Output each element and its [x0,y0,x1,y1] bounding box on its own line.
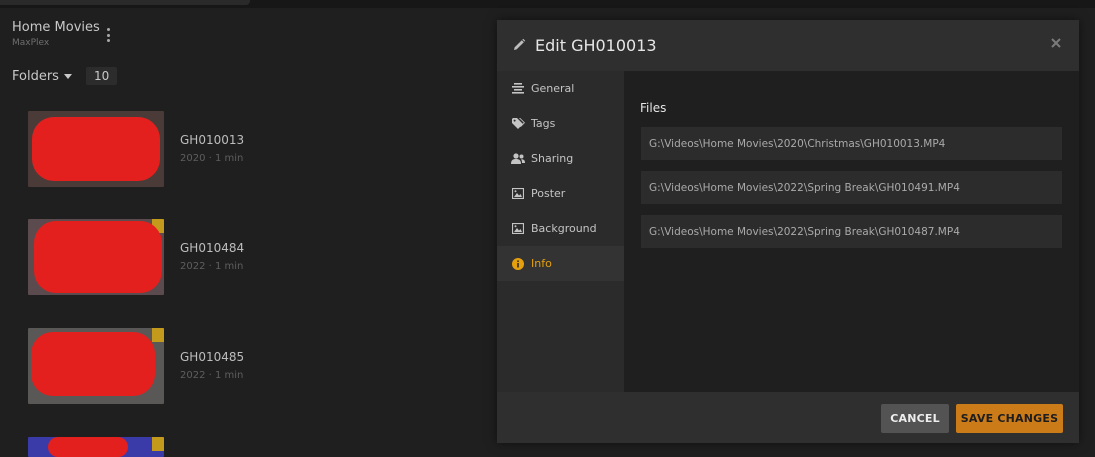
top-bar [0,0,1095,8]
caret-down-icon[interactable] [63,74,72,79]
video-thumbnail[interactable] [28,328,164,404]
library-title[interactable]: Home Movies [12,20,100,35]
library-header: Home Movies MaxPlex [12,20,100,48]
tab-label: Tags [531,117,556,130]
cancel-button[interactable]: CANCEL [881,404,949,433]
dialog-content: Files G:\Videos\Home Movies\2020\Christm… [624,71,1079,392]
list-item[interactable] [28,437,448,457]
list-item[interactable]: GH010013 2020 · 1 min [28,111,448,187]
redaction-mark [34,221,162,293]
item-title[interactable]: GH010484 [180,241,244,255]
folders-row: Folders 10 [12,67,118,85]
close-icon[interactable] [1049,36,1063,50]
list-item[interactable]: GH010485 2022 · 1 min [28,328,448,404]
tab-label: Background [531,222,597,235]
list-icon [511,82,525,96]
file-path-row[interactable]: G:\Videos\Home Movies\2022\Spring Break\… [641,171,1062,204]
item-meta: 2020 · 1 min [180,153,244,164]
save-changes-button[interactable]: SAVE CHANGES [956,404,1063,433]
list-item[interactable]: GH010484 2022 · 1 min [28,219,448,295]
file-path-row[interactable]: G:\Videos\Home Movies\2022\Spring Break\… [641,215,1062,248]
tab-label: General [531,82,575,95]
item-title[interactable]: GH010485 [180,350,244,364]
video-thumbnail[interactable] [28,437,164,457]
tab-info[interactable]: Info [497,246,624,281]
video-thumbnail[interactable] [28,111,164,187]
edit-dialog: Edit GH010013 General Tags Sharing Poste… [497,20,1079,443]
info-icon [511,257,525,271]
file-path: G:\Videos\Home Movies\2022\Spring Break\… [649,181,960,194]
thumbnail-corner [152,328,164,342]
tab-general[interactable]: General [497,71,624,106]
tab-stub [0,0,250,5]
file-path: G:\Videos\Home Movies\2022\Spring Break\… [649,225,960,238]
server-name: MaxPlex [12,38,50,48]
files-heading: Files [640,101,667,115]
dialog-footer: CANCEL SAVE CHANGES [497,392,1079,443]
tab-sharing[interactable]: Sharing [497,141,624,176]
tag-icon [511,117,525,131]
file-path-row[interactable]: G:\Videos\Home Movies\2020\Christmas\GH0… [641,127,1062,160]
tab-label: Info [531,257,552,270]
redaction-mark [48,437,128,457]
more-options-icon[interactable] [100,26,116,44]
thumbnail-corner [152,437,164,451]
dialog-header: Edit GH010013 [497,20,1079,71]
image-icon [511,222,525,236]
dialog-sidebar: General Tags Sharing Poster Background I… [497,71,624,392]
item-title[interactable]: GH010013 [180,133,244,147]
tab-background[interactable]: Background [497,211,624,246]
tab-label: Sharing [531,152,574,165]
item-meta: 2022 · 1 min [180,370,244,381]
users-icon [511,152,525,166]
folder-count-badge: 10 [85,67,118,85]
video-thumbnail[interactable] [28,219,164,295]
image-icon [511,187,525,201]
tab-label: Poster [531,187,566,200]
tab-tags[interactable]: Tags [497,106,624,141]
dialog-title: Edit GH010013 [535,36,657,55]
item-meta: 2022 · 1 min [180,261,244,272]
pencil-icon [514,38,526,50]
tab-poster[interactable]: Poster [497,176,624,211]
file-path: G:\Videos\Home Movies\2020\Christmas\GH0… [649,137,946,150]
redaction-mark [31,332,155,396]
redaction-mark [32,117,160,181]
folders-dropdown-label[interactable]: Folders [12,69,59,84]
